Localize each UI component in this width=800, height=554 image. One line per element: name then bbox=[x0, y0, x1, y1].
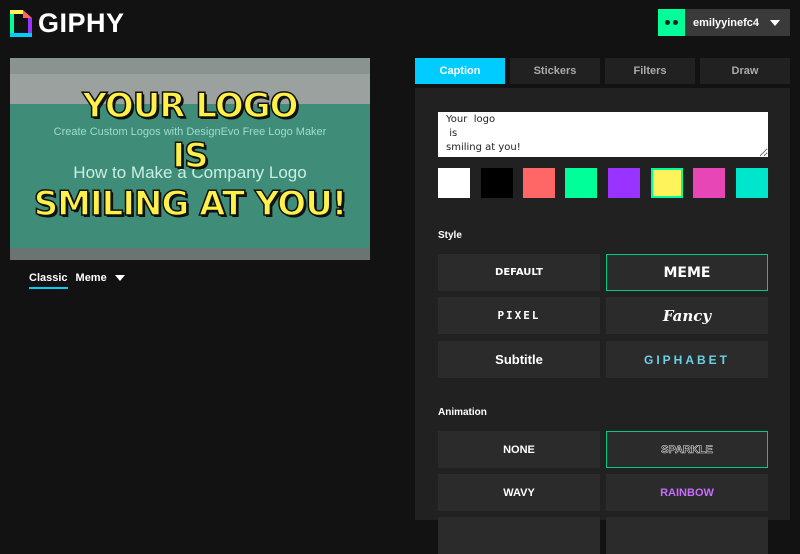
animation-option[interactable] bbox=[438, 517, 600, 554]
caption-line: SMILING AT YOU! bbox=[33, 183, 348, 225]
user-menu[interactable]: emilyyinefc4 bbox=[658, 9, 790, 36]
color-swatch[interactable] bbox=[523, 168, 555, 198]
animation-wavy[interactable]: WAVY bbox=[438, 474, 600, 511]
animation-option[interactable] bbox=[606, 517, 768, 554]
animation-sparkle[interactable]: SPARKLE bbox=[606, 431, 768, 468]
color-swatch[interactable] bbox=[565, 168, 597, 198]
caption-mode-switch: Classic Meme bbox=[29, 272, 135, 289]
chevron-down-icon bbox=[770, 19, 780, 26]
tab-draw[interactable]: Draw bbox=[700, 58, 790, 84]
tab-filters[interactable]: Filters bbox=[605, 58, 695, 84]
username: emilyyinefc4 bbox=[693, 16, 760, 29]
chevron-down-icon[interactable] bbox=[114, 275, 125, 281]
style-meme[interactable]: MEME bbox=[606, 254, 768, 291]
color-swatch[interactable] bbox=[651, 168, 683, 198]
style-giphabet[interactable]: GIPHABET bbox=[606, 341, 768, 378]
color-swatch[interactable] bbox=[736, 168, 768, 198]
gif-preview: Create Custom Logos with DesignEvo Free … bbox=[10, 58, 370, 260]
style-subtitle[interactable]: Subtitle bbox=[438, 341, 600, 378]
animation-label: Animation bbox=[438, 407, 487, 418]
tab-stickers[interactable]: Stickers bbox=[510, 58, 600, 84]
style-label: Style bbox=[438, 230, 462, 241]
giphy-logo-icon bbox=[10, 10, 32, 37]
tab-caption[interactable]: Caption bbox=[415, 58, 505, 84]
style-default[interactable]: DEFAULT bbox=[438, 254, 600, 291]
color-swatch[interactable] bbox=[438, 168, 470, 198]
animation-none[interactable]: NONE bbox=[438, 431, 600, 468]
caption-line: IS bbox=[172, 135, 210, 177]
caption-input[interactable] bbox=[438, 112, 768, 157]
color-swatch[interactable] bbox=[481, 168, 513, 198]
color-swatch[interactable] bbox=[608, 168, 640, 198]
mode-classic[interactable]: Classic bbox=[29, 272, 68, 289]
style-pixel[interactable]: PIXEL bbox=[438, 297, 600, 334]
color-swatch[interactable] bbox=[693, 168, 725, 198]
animation-rainbow[interactable]: RAINBOW bbox=[606, 474, 768, 511]
style-fancy[interactable]: Fancy bbox=[606, 297, 768, 334]
avatar bbox=[658, 9, 685, 36]
caption-line: YOUR LOGO bbox=[82, 85, 300, 127]
brand-logo[interactable]: GIPHY bbox=[38, 8, 125, 39]
mode-meme[interactable]: Meme bbox=[76, 272, 107, 289]
